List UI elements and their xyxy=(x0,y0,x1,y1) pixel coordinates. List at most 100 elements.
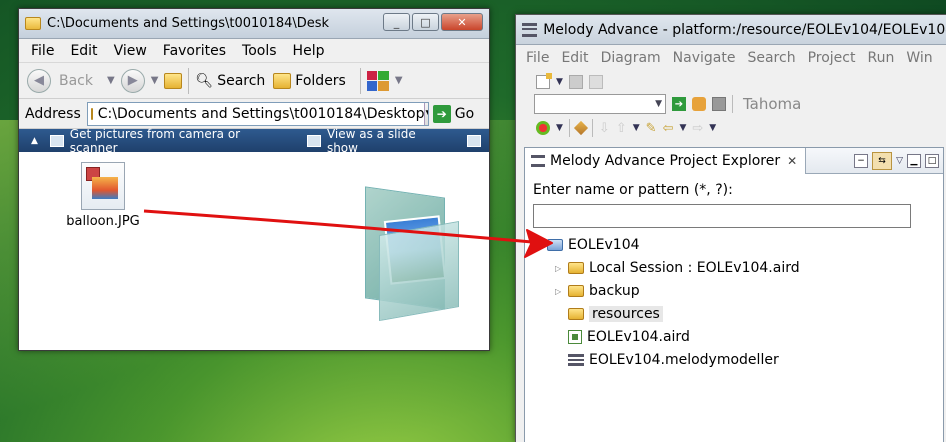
print-icon[interactable] xyxy=(588,75,603,89)
melody-advance-window: Melody Advance - platform:/resource/EOLE… xyxy=(515,14,946,442)
tree-item-backup[interactable]: ▷ backup xyxy=(555,280,640,302)
menu-search[interactable]: Search xyxy=(741,50,801,66)
tree-item-resources[interactable]: resources xyxy=(568,303,663,325)
explorer-menu-bar: File Edit View Favorites Tools Help xyxy=(19,39,489,63)
menu-view[interactable]: View xyxy=(106,43,155,59)
toolbar-separator xyxy=(732,95,733,113)
collapse-all-icon[interactable]: − xyxy=(854,154,869,168)
views-icon[interactable] xyxy=(366,70,389,91)
tree-item-local-session[interactable]: ▷ Local Session : EOLEv104.aird xyxy=(555,257,800,279)
menu-project[interactable]: Project xyxy=(802,50,862,66)
tree-item-label: EOLEv104 xyxy=(568,237,640,253)
tree-item-melodymodeller[interactable]: EOLEv104.melodymodeller xyxy=(568,349,779,371)
back-arrow-icon: ◀ xyxy=(27,68,51,93)
project-explorer-icon xyxy=(531,154,545,167)
filter-input[interactable] xyxy=(533,204,911,228)
annotation-dropdown-icon[interactable]: ▼ xyxy=(633,123,640,133)
forward-nav-icon[interactable]: ⇨ xyxy=(692,121,703,136)
address-dropdown-icon[interactable]: ▼ xyxy=(424,102,428,125)
explorer-title: C:\Documents and Settings\t0010184\Desk xyxy=(47,16,330,31)
forward-dropdown-icon[interactable]: ▼ xyxy=(151,75,159,86)
address-bar: Address C:\Documents and Settings\t00101… xyxy=(19,99,489,129)
next-annotation-icon[interactable]: ⇩ xyxy=(599,121,610,136)
eclipse-menu-bar: File Edit Diagram Navigate Search Projec… xyxy=(516,45,946,71)
menu-edit[interactable]: Edit xyxy=(555,50,594,66)
menu-favorites[interactable]: Favorites xyxy=(155,43,234,59)
tab-project-explorer[interactable]: Melody Advance Project Explorer ✕ xyxy=(525,147,807,174)
eclipse-title-bar[interactable]: Melody Advance - platform:/resource/EOLE… xyxy=(516,15,946,45)
tree-item-label: EOLEv104.melodymodeller xyxy=(589,352,779,368)
eclipse-title: Melody Advance - platform:/resource/EOLE… xyxy=(543,21,946,38)
maximize-button[interactable]: □ xyxy=(412,13,439,31)
slideshow-task[interactable]: View as a slide show xyxy=(307,127,449,155)
view-tab-bar: Melody Advance Project Explorer ✕ − ⇆ ▽ … xyxy=(525,147,943,174)
expand-icon[interactable]: ▷ xyxy=(555,287,563,296)
explorer-toolbar: ◀ Back ▼ ▶ ▼ 🔍︎ Search Folders ▼ xyxy=(19,63,489,99)
forward-nav-dropdown-icon[interactable]: ▼ xyxy=(709,123,716,133)
camera-icon xyxy=(49,134,64,147)
tree-item-label: resources xyxy=(589,306,663,322)
link-with-editor-icon[interactable]: ⇆ xyxy=(872,152,893,170)
view-controls: − ⇆ ▽ ▁ □ xyxy=(854,152,939,170)
back-dropdown-icon[interactable]: ▼ xyxy=(107,75,115,86)
folders-button[interactable]: Folders xyxy=(273,72,346,89)
tree-item-eolev104[interactable]: EOLEv104 xyxy=(547,234,640,256)
slideshow-icon xyxy=(307,134,321,147)
new-icon[interactable] xyxy=(536,73,552,89)
prev-annotation-icon[interactable]: ⇧ xyxy=(616,121,627,136)
address-input[interactable]: C:\Documents and Settings\t0010184\Deskt… xyxy=(86,101,429,126)
tab-title: Melody Advance Project Explorer xyxy=(550,152,781,169)
minimize-button[interactable]: _ xyxy=(383,13,410,31)
tab-close-icon[interactable]: ✕ xyxy=(787,154,797,168)
jpg-file-icon xyxy=(81,162,125,210)
minimize-view-icon[interactable]: ▁ xyxy=(907,154,921,168)
last-edit-icon[interactable]: ✎ xyxy=(646,121,657,136)
save-icon[interactable] xyxy=(568,75,583,89)
menu-file[interactable]: File xyxy=(520,50,555,66)
go-button[interactable]: ➔ Go xyxy=(432,104,474,123)
menu-window[interactable]: Win xyxy=(900,50,938,66)
up-folder-icon[interactable] xyxy=(164,72,183,89)
menu-edit[interactable]: Edit xyxy=(62,43,105,59)
folders-label: Folders xyxy=(295,72,346,89)
model-file-icon xyxy=(568,354,584,366)
explorer-window: C:\Documents and Settings\t0010184\Desk … xyxy=(18,8,490,351)
menu-navigate[interactable]: Navigate xyxy=(667,50,742,66)
new-dropdown-icon[interactable]: ▼ xyxy=(556,77,563,87)
back-nav-icon[interactable]: ⇦ xyxy=(663,121,674,136)
run-dropdown-icon[interactable]: ▼ xyxy=(556,123,563,133)
project-icon xyxy=(547,239,563,251)
refresh-icon[interactable] xyxy=(692,97,706,111)
folders-icon xyxy=(273,72,292,89)
back-nav-dropdown-icon[interactable]: ▼ xyxy=(679,123,686,133)
camera-task[interactable]: Get pictures from camera or scanner xyxy=(49,126,289,155)
layout-icon[interactable] xyxy=(712,97,726,111)
expand-icon[interactable]: ▷ xyxy=(555,264,563,273)
pin-icon[interactable] xyxy=(573,120,588,136)
explorer-title-bar[interactable]: C:\Documents and Settings\t0010184\Desk … xyxy=(19,9,489,39)
run-icon[interactable] xyxy=(536,121,550,135)
font-combo[interactable]: ▼ xyxy=(534,94,666,114)
search-button[interactable]: 🔍︎ Search xyxy=(195,73,265,89)
file-item-balloon[interactable]: balloon.JPG xyxy=(63,162,143,229)
views-dropdown-icon[interactable]: ▼ xyxy=(395,75,403,86)
aird-file-icon xyxy=(568,330,582,344)
tree-item-label: Local Session : EOLEv104.aird xyxy=(589,260,800,276)
menu-help[interactable]: Help xyxy=(285,43,333,59)
menu-file[interactable]: File xyxy=(23,43,62,59)
menu-run[interactable]: Run xyxy=(861,50,900,66)
menu-tools[interactable]: Tools xyxy=(234,43,285,59)
forward-button[interactable]: ▶ xyxy=(120,68,145,93)
view-menu-icon[interactable]: ▽ xyxy=(896,156,903,166)
apply-icon[interactable]: ➔ xyxy=(672,97,686,111)
toolbar-separator xyxy=(591,119,593,137)
maximize-view-icon[interactable]: □ xyxy=(925,154,939,168)
close-button[interactable]: ✕ xyxy=(441,13,483,31)
menu-diagram[interactable]: Diagram xyxy=(595,50,667,66)
back-button[interactable]: ◀ Back xyxy=(27,68,93,93)
task-bar: ▲ Get pictures from camera or scanner Vi… xyxy=(19,126,489,155)
camera-task-label: Get pictures from camera or scanner xyxy=(69,126,241,155)
pin-icon[interactable] xyxy=(467,134,481,147)
collapse-icon[interactable]: ▲ xyxy=(31,136,38,146)
tree-item-aird[interactable]: EOLEv104.aird xyxy=(568,326,690,348)
